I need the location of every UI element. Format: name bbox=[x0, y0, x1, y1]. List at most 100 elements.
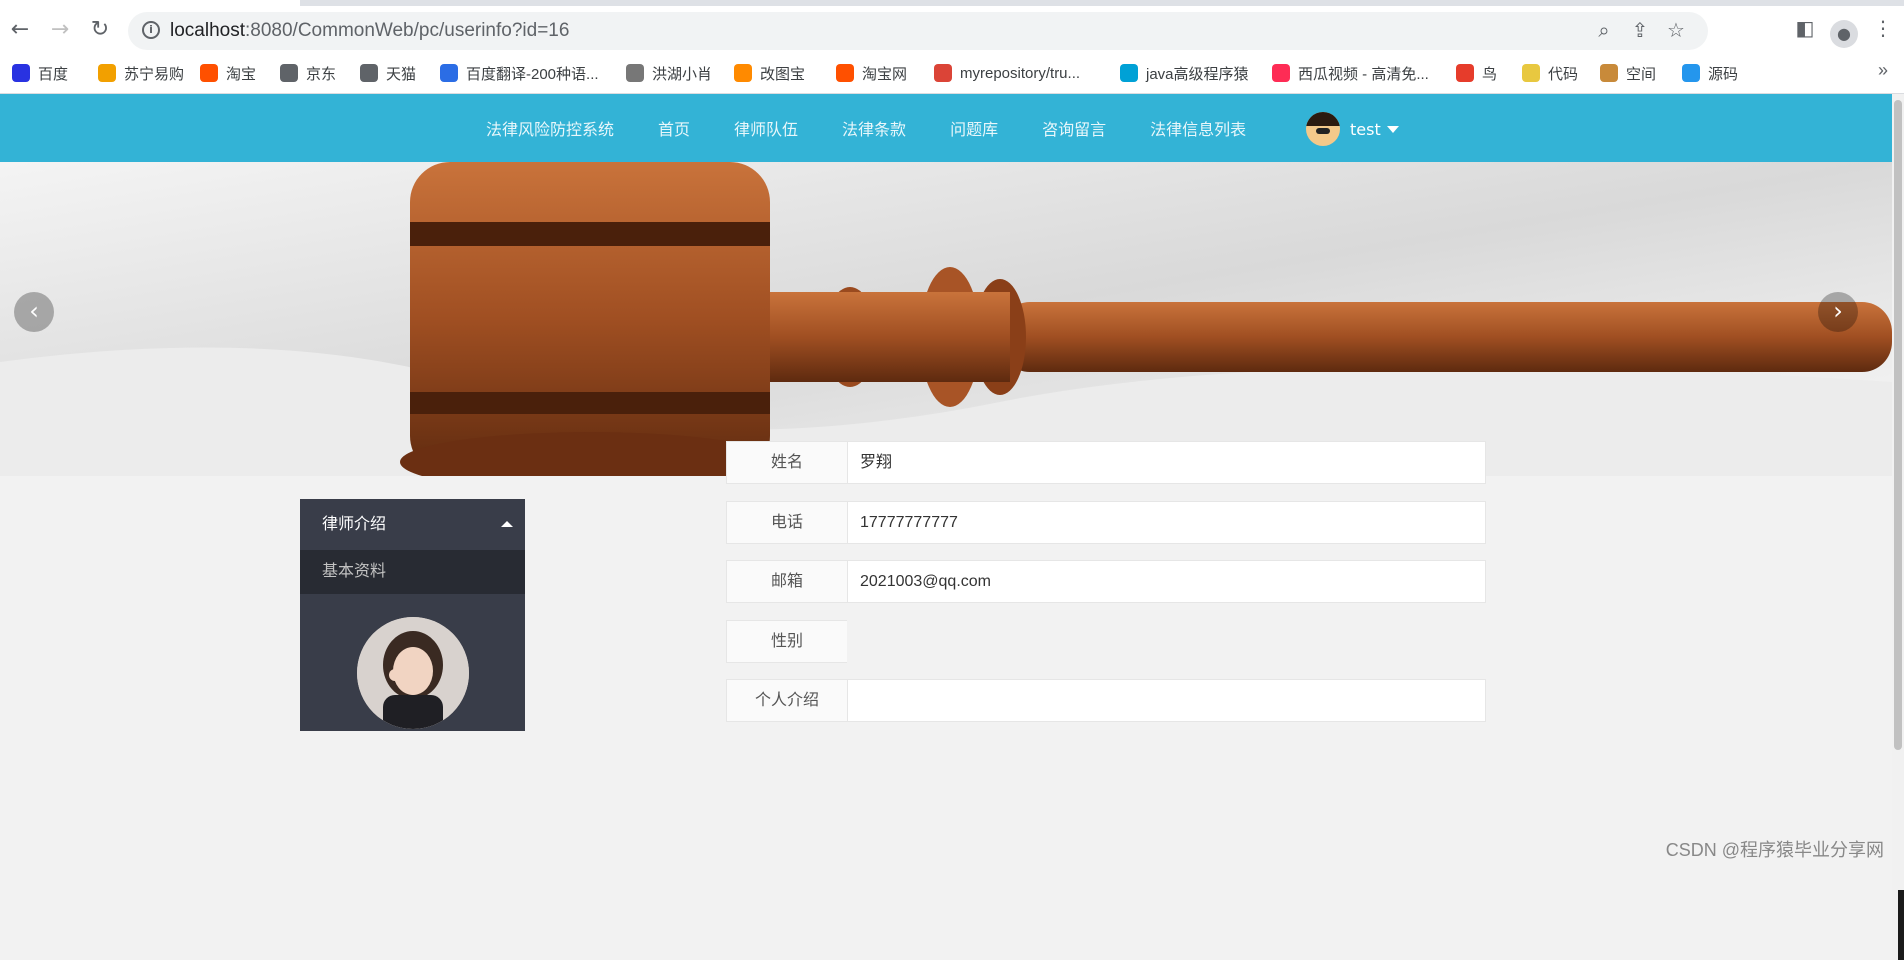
sidebar-header[interactable]: 律师介绍 bbox=[300, 499, 525, 550]
bookmark-item[interactable]: java高级程序猿 bbox=[1120, 62, 1249, 84]
suning-icon bbox=[98, 64, 116, 82]
bookmark-label: 改图宝 bbox=[760, 65, 806, 83]
profile-value bbox=[847, 619, 1486, 663]
site-info-icon[interactable]: i bbox=[142, 21, 160, 39]
lawyer-sidebar: 律师介绍 基本资料 bbox=[300, 499, 525, 731]
bookmark-label: 京东 bbox=[306, 65, 337, 83]
bookmark-item[interactable]: 百度 bbox=[12, 62, 68, 84]
sidebar-header-label: 律师介绍 bbox=[322, 516, 387, 533]
bookmarks-bar: 百度 苏宁易购 淘宝 京东 天猫 百度翻译-200种语... 洪湖小肖 改图宝 淘宝网 myrep… bbox=[0, 58, 1904, 88]
profile-icon[interactable]: ● bbox=[1830, 20, 1858, 48]
bilibili-icon bbox=[1120, 64, 1138, 82]
bookmark-item[interactable]: 京东 bbox=[280, 62, 336, 84]
bookmark-star-icon[interactable]: ☆ bbox=[1658, 18, 1694, 42]
profile-value bbox=[847, 679, 1486, 722]
page-viewport: 法律风险防控系统 首页 律师队伍 法律条款 问题库 咨询留言 法律信息列表 te… bbox=[0, 94, 1892, 960]
bookmarks-more-icon[interactable]: » bbox=[1878, 60, 1888, 81]
bookmark-label: java高级程序猿 bbox=[1146, 65, 1249, 83]
profile-label: 个人介绍 bbox=[726, 679, 848, 722]
globe-icon bbox=[360, 64, 378, 82]
profile-label: 电话 bbox=[726, 500, 848, 544]
share-icon[interactable]: ⇪ bbox=[1622, 18, 1658, 42]
taobao-icon bbox=[200, 64, 218, 82]
bookmark-item[interactable]: 洪湖小肖 bbox=[626, 62, 712, 84]
lawyer-photo bbox=[357, 617, 469, 729]
browser-toolbar: ← → ↻ i localhost:8080/CommonWeb/pc/user… bbox=[0, 8, 1904, 52]
bookmark-item[interactable]: 西瓜视频 - 高清免... bbox=[1272, 62, 1429, 84]
address-url[interactable]: localhost:8080/CommonWeb/pc/userinfo?id=… bbox=[170, 20, 569, 42]
menu-kebab-icon[interactable]: ⋮ bbox=[1868, 16, 1898, 40]
bookmark-label: 洪湖小肖 bbox=[652, 65, 713, 83]
baidu-icon bbox=[12, 64, 30, 82]
dog-icon bbox=[1600, 64, 1618, 82]
bookmark-item[interactable]: 淘宝网 bbox=[836, 62, 907, 84]
nav-item-consult[interactable]: 咨询留言 bbox=[1042, 116, 1106, 140]
bookmark-label: 西瓜视频 - 高清免... bbox=[1298, 65, 1429, 83]
bookmark-item[interactable]: 代码 bbox=[1522, 62, 1578, 84]
bookmark-item[interactable]: 源码 bbox=[1682, 62, 1738, 84]
profile-table: 姓名 罗翔 电话 17777777777 邮箱 2021003@qq.com 性… bbox=[726, 441, 1486, 739]
bookmark-label: 鸟 bbox=[1482, 65, 1498, 83]
profile-value: 2021003@qq.com bbox=[847, 560, 1486, 603]
chrome-icon bbox=[934, 64, 952, 82]
bookmark-label: 空间 bbox=[1626, 65, 1657, 83]
gavel-illustration bbox=[0, 162, 1892, 476]
bookmark-label: 源码 bbox=[1708, 65, 1739, 83]
gaitubao-icon bbox=[734, 64, 752, 82]
globe-icon bbox=[280, 64, 298, 82]
xigua-icon bbox=[1272, 64, 1290, 82]
bookmark-item[interactable]: 淘宝 bbox=[200, 62, 256, 84]
profile-label: 邮箱 bbox=[726, 560, 848, 603]
profile-row-name: 姓名 罗翔 bbox=[726, 441, 1486, 484]
reload-icon[interactable]: ↻ bbox=[86, 16, 114, 44]
caret-up-icon bbox=[501, 521, 513, 527]
bookmark-item[interactable]: myrepository/tru... bbox=[934, 62, 1080, 84]
bookmark-item[interactable]: 改图宝 bbox=[734, 62, 805, 84]
nav-menu: 法律风险防控系统 首页 律师队伍 法律条款 问题库 咨询留言 法律信息列表 bbox=[486, 94, 1290, 162]
profile-value: 17777777777 bbox=[847, 500, 1486, 544]
docker-icon bbox=[1682, 64, 1700, 82]
caret-down-icon bbox=[1386, 125, 1399, 133]
bird-icon bbox=[626, 64, 644, 82]
nav-item-questions[interactable]: 问题库 bbox=[950, 116, 998, 140]
leaf-icon bbox=[1522, 64, 1540, 82]
user-menu[interactable]: test bbox=[1306, 111, 1399, 147]
bookmark-item[interactable]: 苏宁易购 bbox=[98, 62, 184, 84]
zoom-icon[interactable]: ⌕ bbox=[1586, 18, 1622, 42]
nav-item-lawyers[interactable]: 律师队伍 bbox=[734, 116, 798, 140]
nav-item-home[interactable]: 首页 bbox=[658, 116, 690, 140]
forward-icon[interactable]: → bbox=[46, 16, 74, 44]
address-bar[interactable]: i localhost:8080/CommonWeb/pc/userinfo?i… bbox=[128, 12, 1708, 50]
user-name: test bbox=[1350, 119, 1381, 139]
url-host: localhost bbox=[170, 20, 245, 41]
profile-row-intro: 个人介绍 bbox=[726, 679, 1486, 722]
browser-chrome: ← → ↻ i localhost:8080/CommonWeb/pc/user… bbox=[0, 0, 1904, 94]
profile-row-phone: 电话 17777777777 bbox=[726, 500, 1486, 544]
url-path: :8080/CommonWeb/pc/userinfo?id=16 bbox=[245, 20, 570, 41]
taobao-icon bbox=[836, 64, 854, 82]
sidebar-item-basic-info[interactable]: 基本资料 bbox=[300, 550, 525, 594]
bookmark-item[interactable]: 百度翻译-200种语... bbox=[440, 62, 599, 84]
side-panel-icon[interactable]: ◧ bbox=[1790, 16, 1820, 40]
bookmark-item[interactable]: 鸟 bbox=[1456, 62, 1497, 84]
profile-row-email: 邮箱 2021003@qq.com bbox=[726, 560, 1486, 603]
profile-label: 姓名 bbox=[726, 441, 848, 484]
profile-label: 性别 bbox=[726, 619, 848, 663]
bookmark-item[interactable]: 空间 bbox=[1600, 62, 1656, 84]
banner-carousel: ‹ › bbox=[0, 162, 1892, 476]
nav-item-clauses[interactable]: 法律条款 bbox=[842, 116, 906, 140]
bookmark-label: 百度翻译-200种语... bbox=[466, 65, 599, 83]
profile-value: 罗翔 bbox=[847, 441, 1486, 484]
nav-item-info-list[interactable]: 法律信息列表 bbox=[1150, 116, 1246, 140]
back-icon[interactable]: ← bbox=[6, 16, 34, 44]
carousel-prev-button[interactable]: ‹ bbox=[14, 292, 54, 332]
scrollbar-thumb-secondary[interactable] bbox=[1898, 890, 1904, 960]
site-navbar: 法律风险防控系统 首页 律师队伍 法律条款 问题库 咨询留言 法律信息列表 te… bbox=[0, 94, 1892, 162]
bookmark-label: 天猫 bbox=[386, 65, 417, 83]
bookmark-label: myrepository/tru... bbox=[960, 64, 1081, 82]
bookmark-item[interactable]: 天猫 bbox=[360, 62, 416, 84]
carousel-next-button[interactable]: › bbox=[1818, 292, 1858, 332]
nav-brand[interactable]: 法律风险防控系统 bbox=[486, 116, 614, 140]
scrollbar-thumb[interactable] bbox=[1894, 100, 1902, 750]
page-scrollbar[interactable] bbox=[1892, 94, 1904, 960]
